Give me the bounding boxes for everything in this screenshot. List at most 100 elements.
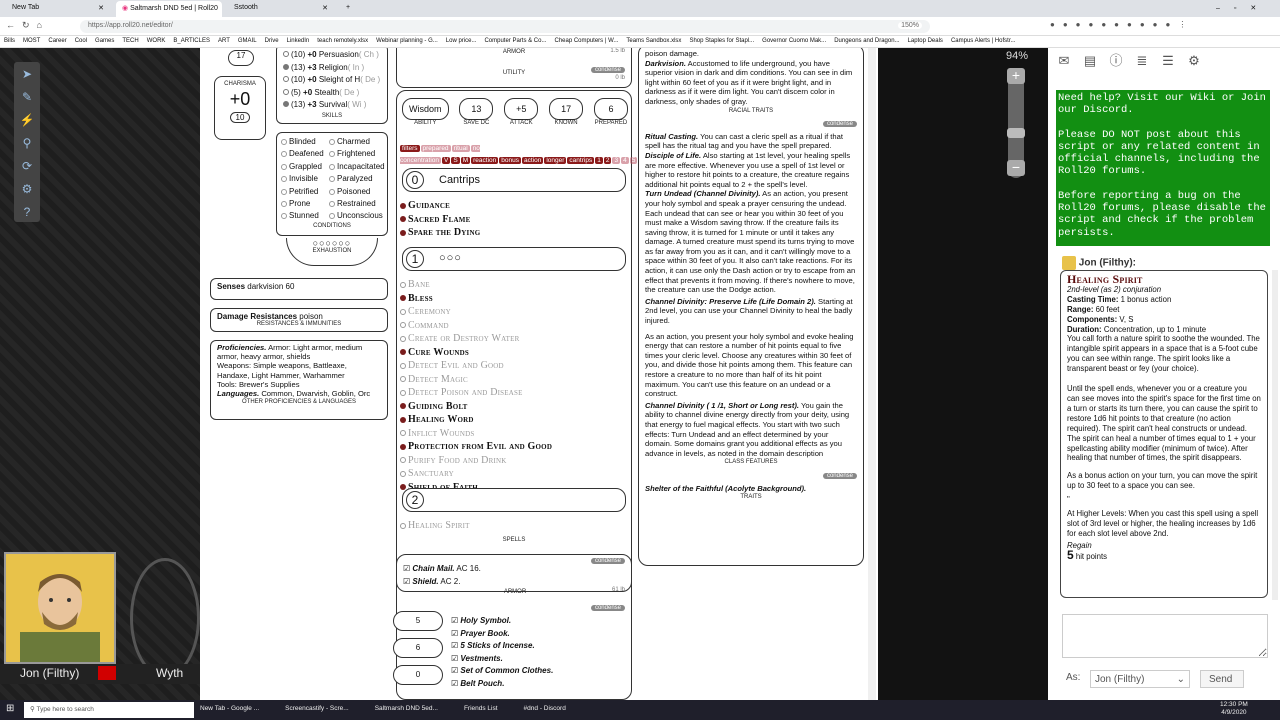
filter-chip[interactable]: bonus	[499, 157, 521, 164]
condition-checkbox[interactable]	[329, 163, 335, 170]
prepared-toggle[interactable]	[400, 430, 406, 437]
bookmark-item[interactable]: Governor Cuomo Mak...	[762, 38, 826, 44]
equipment-item[interactable]: ☑ Belt Pouch.	[451, 678, 553, 691]
equipment-item[interactable]: ☑ Set of Common Clothes.	[451, 665, 553, 678]
spell-name[interactable]: Sacred Flame	[408, 214, 470, 225]
prepared-toggle[interactable]	[400, 457, 406, 464]
prepared-toggle[interactable]	[400, 443, 406, 450]
zoom-handle[interactable]	[1007, 128, 1025, 138]
spell-row[interactable]: Guidance	[400, 199, 626, 213]
spell-name[interactable]: Spare the Dying	[408, 227, 480, 238]
filter-chip[interactable]: reaction	[471, 157, 499, 164]
spell-stat[interactable]: +5 ATTACK	[504, 98, 539, 132]
skill-row[interactable]: (10) +0 Persuasion( Ch )	[283, 49, 381, 62]
prepared-toggle[interactable]	[400, 281, 406, 288]
zoom-indicator[interactable]: 150%	[898, 22, 922, 29]
spell-name[interactable]: Purify Food and Drink	[408, 455, 507, 466]
ability-mod[interactable]: +0	[215, 89, 265, 110]
filter-chip[interactable]: S	[451, 157, 460, 164]
spell-name[interactable]: Guidance	[408, 200, 450, 211]
bookmark-item[interactable]: Computer Parts & Co...	[484, 38, 546, 44]
filter-chip[interactable]: longer	[544, 157, 567, 164]
spell-slot-dots[interactable]: ○○○	[439, 252, 462, 264]
bookmark-item[interactable]: Shop Staples for Stapl...	[689, 38, 754, 44]
zoom-out-button[interactable]: −	[1007, 160, 1025, 176]
spell-name[interactable]: Sanctuary	[408, 468, 454, 479]
checkbox-icon[interactable]: ☑	[451, 654, 460, 663]
condition-checkbox[interactable]	[281, 176, 287, 183]
spell-stat[interactable]: Wisdom ABILITY	[402, 98, 449, 132]
filter-chip[interactable]: filters	[400, 145, 420, 152]
bookmark-item[interactable]: Bills	[4, 38, 15, 44]
proficiency-dot[interactable]	[283, 88, 289, 95]
browser-tab[interactable]: New Tab ✕	[6, 1, 110, 17]
spell-row[interactable]: Bless	[400, 292, 626, 306]
currency-field[interactable]: 5	[393, 611, 443, 631]
player-avatar[interactable]	[4, 552, 116, 664]
new-tab-button[interactable]: +	[340, 1, 352, 17]
prepared-toggle[interactable]	[400, 349, 406, 356]
checkbox-icon[interactable]: ☑	[451, 679, 460, 688]
proficiencies-box[interactable]: Proficiencies. Armor: Light armor, mediu…	[210, 340, 388, 420]
equipment-item[interactable]: ☑ Vestments.	[451, 653, 553, 666]
condition-item[interactable]: Prone	[281, 198, 329, 210]
bookmark-item[interactable]: Low price...	[446, 38, 477, 44]
clock[interactable]: 12:30 PM 4/9/2020	[1220, 701, 1248, 717]
spell-name[interactable]: Detect Poison and Disease	[408, 387, 523, 398]
turn-icon[interactable]: ⟳	[19, 159, 35, 175]
prepared-toggle[interactable]	[400, 229, 406, 236]
filter-chip[interactable]: 1	[595, 157, 603, 164]
skill-row[interactable]: (10) +0 Sleight of H( De )	[283, 74, 381, 87]
player-name[interactable]: Jon (Filthy)	[20, 666, 79, 680]
close-icon[interactable]: ✕	[322, 4, 328, 12]
prepared-toggle[interactable]	[400, 389, 406, 396]
journal-icon[interactable]: ▤	[1082, 53, 1098, 69]
prepared-toggle[interactable]	[400, 322, 406, 329]
speaking-as-select[interactable]: Jon (Filthy) ⌄	[1090, 670, 1190, 688]
spell-name[interactable]: Healing Spirit	[408, 520, 470, 531]
currency-field[interactable]: 0	[393, 665, 443, 685]
spell-name[interactable]: Healing Word	[408, 414, 474, 425]
spell-row[interactable]: Cure Wounds	[400, 346, 626, 360]
condition-checkbox[interactable]	[281, 138, 287, 145]
chat-input[interactable]	[1062, 614, 1268, 658]
bookmark-item[interactable]: Dungeons and Dragon...	[834, 38, 899, 44]
gear-icon[interactable]: ⚙	[1186, 53, 1202, 69]
bookmark-item[interactable]: Career	[48, 38, 66, 44]
resistances-box[interactable]: Damage Resistances poison RESISTANCES & I…	[210, 308, 388, 332]
condition-checkbox[interactable]	[329, 176, 335, 183]
bookmark-item[interactable]: ART	[218, 38, 230, 44]
equipment-item[interactable]: ☑ Holy Symbol.	[451, 615, 553, 628]
condition-item[interactable]: Petrified	[281, 186, 329, 198]
condition-checkbox[interactable]	[281, 200, 287, 207]
filter-chip[interactable]: V	[442, 157, 451, 164]
info-icon[interactable]: ⓘ	[1108, 50, 1124, 68]
help-icon[interactable]: ?	[19, 205, 35, 221]
select-icon[interactable]: ➤	[19, 67, 35, 83]
proficiency-dot[interactable]	[283, 51, 289, 57]
level2-header[interactable]: 2	[402, 488, 626, 512]
bookmark-item[interactable]: Drive	[265, 38, 279, 44]
condense-button[interactable]: condense	[822, 121, 857, 128]
condense-button[interactable]: condense	[590, 558, 625, 564]
condition-item[interactable]: Invisible	[281, 173, 329, 185]
checkbox-icon[interactable]: ☑	[451, 666, 460, 675]
bookmark-item[interactable]: Games	[95, 38, 114, 44]
proficiency-dot[interactable]	[283, 101, 289, 107]
bookmark-item[interactable]: GMAIL	[238, 38, 257, 44]
spell-row[interactable]: Sacred Flame	[400, 213, 626, 227]
spell-row[interactable]: Create or Destroy Water	[400, 332, 626, 346]
condition-item[interactable]: Frightened	[329, 148, 389, 160]
browser-tab-active[interactable]: ◉ Saltmarsh DND 5ed | Roll20	[116, 1, 222, 17]
currency-field[interactable]: 6	[393, 638, 443, 658]
spell-row[interactable]: Healing Spirit	[400, 519, 626, 533]
bookmark-item[interactable]: Laptop Deals	[908, 38, 943, 44]
extension-icons[interactable]: ●●●●●●●●●●⋮	[1050, 20, 1194, 29]
proficiency-dot[interactable]	[283, 63, 289, 70]
condition-checkbox[interactable]	[281, 163, 287, 170]
bookmark-item[interactable]: teach remotely.xlsx	[317, 38, 368, 44]
skill-row[interactable]: (5) +0 Stealth( De )	[283, 87, 381, 100]
taskbar-app[interactable]: Screencastify - Scre...	[285, 705, 349, 712]
condition-item[interactable]: Stunned	[281, 210, 329, 222]
spell-stat[interactable]: 6 PREPARED	[593, 98, 628, 132]
